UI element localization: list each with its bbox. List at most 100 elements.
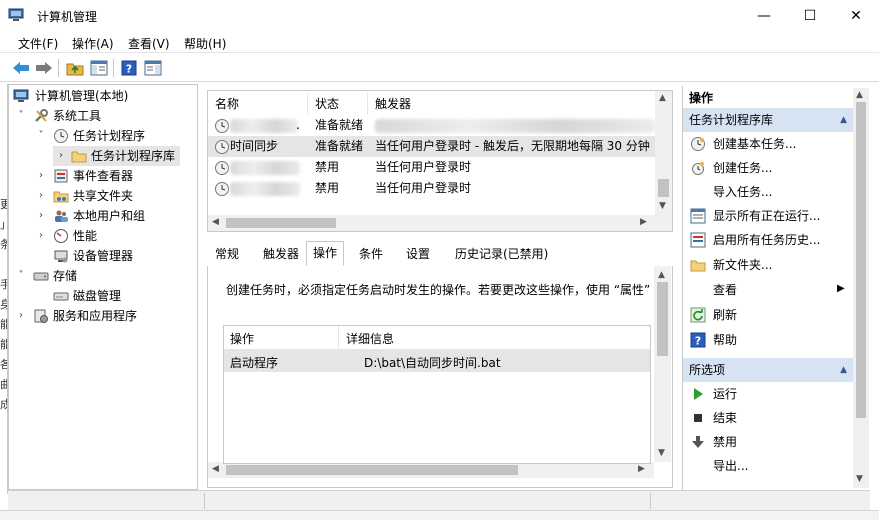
table-row[interactable]: 启动程序 D:\bat\自动同步时间.bat xyxy=(224,350,650,372)
scrollbar-thumb[interactable] xyxy=(226,218,336,228)
close-button[interactable]: ✕ xyxy=(833,0,879,31)
scroll-up-arrow-icon[interactable]: ▲ xyxy=(659,93,666,103)
up-folder-icon[interactable] xyxy=(64,57,86,79)
table-row[interactable]: 时间同步 准备就绪 当任何用户登录时 - 触发后，无限期地每隔 30 分钟 : xyxy=(208,136,658,157)
action-create-task[interactable]: 创建任务... xyxy=(683,157,853,179)
scrollbar-thumb[interactable] xyxy=(658,179,669,197)
disk-icon xyxy=(53,292,69,301)
action-run[interactable]: 运行 xyxy=(683,383,853,405)
menu-file[interactable]: 文件(F) xyxy=(18,35,58,52)
action-help[interactable]: ? 帮助 xyxy=(683,329,853,351)
create-task-icon xyxy=(692,162,704,175)
properties-icon[interactable] xyxy=(142,57,164,79)
scroll-up-arrow-icon[interactable]: ▲ xyxy=(856,90,863,100)
show-hide-tree-icon[interactable] xyxy=(88,57,110,79)
column-header-status[interactable]: 状态 xyxy=(315,93,339,115)
section-selected-item[interactable]: 所选项 ▲ xyxy=(683,358,853,382)
tab-actions[interactable]: 操作 xyxy=(306,241,345,266)
action-export[interactable]: 导出... xyxy=(683,455,853,477)
scrollbar-thumb[interactable] xyxy=(226,465,518,475)
actions-description: 创建任务时，必须指定任务启动时发生的操作。若要更改这些操作，使用 “属性” xyxy=(226,283,651,297)
scroll-left-arrow-icon[interactable]: ◀ xyxy=(212,217,219,227)
redacted-task-name xyxy=(230,119,298,133)
action-end[interactable]: 结束 xyxy=(683,407,853,429)
tree-item-system-tools[interactable]: ˅ 系统工具 xyxy=(13,106,193,126)
chevron-right-icon[interactable]: › xyxy=(35,226,47,246)
tab-history[interactable]: 历史记录(已禁用) xyxy=(449,243,554,265)
menu-help[interactable]: 帮助(H) xyxy=(184,35,226,52)
list-vertical-scrollbar[interactable]: ▲ ▼ xyxy=(655,91,672,215)
maximize-button[interactable]: ☐ xyxy=(787,0,833,31)
status-bar xyxy=(8,490,870,510)
event-viewer-icon xyxy=(54,169,68,183)
tab-conditions[interactable]: 条件 xyxy=(353,243,389,265)
toolbar-separator xyxy=(58,59,59,77)
column-header-trigger[interactable]: 触发器 xyxy=(375,93,411,115)
chevron-right-icon[interactable]: › xyxy=(35,206,47,226)
minimize-button[interactable]: — xyxy=(741,0,787,31)
new-folder-icon xyxy=(690,260,706,272)
tab-general[interactable]: 常规 xyxy=(209,243,245,265)
collapse-arrow-icon[interactable]: ▲ xyxy=(840,358,847,382)
chevron-right-icon[interactable]: › xyxy=(35,166,47,186)
chevron-right-icon[interactable]: › xyxy=(15,306,27,326)
task-clock-icon xyxy=(215,161,229,175)
action-new-folder[interactable]: 新文件夹... xyxy=(683,254,853,276)
column-header-name[interactable]: 名称 xyxy=(215,93,239,115)
clock-icon xyxy=(54,129,68,143)
task-clock-icon xyxy=(215,119,229,133)
scroll-down-arrow-icon[interactable]: ▼ xyxy=(659,201,666,211)
scroll-right-arrow-icon[interactable]: ▶ xyxy=(638,464,645,474)
scroll-left-arrow-icon[interactable]: ◀ xyxy=(212,464,219,474)
scroll-up-arrow-icon[interactable]: ▲ xyxy=(658,270,665,280)
chevron-down-icon[interactable]: ˅ xyxy=(15,106,27,126)
scroll-down-arrow-icon[interactable]: ▼ xyxy=(658,448,665,458)
detail-horizontal-scrollbar[interactable]: ◀ ▶ xyxy=(208,462,654,478)
performance-icon xyxy=(54,229,68,243)
tree-item-task-library[interactable]: › 任务计划程序库 xyxy=(53,146,180,166)
table-row[interactable]: 禁用 当任何用户登录时 xyxy=(208,157,658,178)
tools-icon xyxy=(35,109,48,122)
help-icon[interactable]: ? xyxy=(118,57,140,79)
action-refresh[interactable]: 刷新 xyxy=(683,304,853,326)
tab-triggers[interactable]: 触发器 xyxy=(257,243,305,265)
action-disable[interactable]: 禁用 xyxy=(683,431,853,453)
back-arrow-icon[interactable] xyxy=(10,57,32,79)
scrollbar-thumb[interactable] xyxy=(856,102,866,418)
table-row[interactable]: . 准备就绪 xyxy=(208,115,658,136)
device-manager-icon xyxy=(54,250,68,263)
task-clock-icon xyxy=(215,140,229,154)
column-header-action[interactable]: 操作 xyxy=(230,330,254,347)
column-divider xyxy=(367,93,368,115)
refresh-icon xyxy=(690,307,706,323)
table-row[interactable]: 禁用 当任何用户登录时 xyxy=(208,178,658,199)
chevron-right-icon[interactable]: › xyxy=(35,186,47,206)
chevron-down-icon[interactable]: ˅ xyxy=(15,266,27,286)
scrollbar-thumb[interactable] xyxy=(657,282,668,356)
stop-icon xyxy=(694,414,702,422)
toolbar: ? xyxy=(0,54,879,82)
list-horizontal-scrollbar[interactable]: ◀ ▶ xyxy=(208,215,672,231)
tab-settings[interactable]: 设置 xyxy=(400,243,436,265)
action-enable-history[interactable]: 启用所有任务历史... xyxy=(683,229,853,251)
chevron-down-icon[interactable]: ˅ xyxy=(35,126,47,146)
column-header-details[interactable]: 详细信息 xyxy=(346,330,394,347)
folder-icon xyxy=(71,151,87,163)
detail-vertical-scrollbar[interactable]: ▲ ▼ xyxy=(654,266,671,462)
forward-arrow-icon[interactable] xyxy=(33,57,55,79)
action-create-basic-task[interactable]: 创建基本任务... xyxy=(683,133,853,155)
section-task-library[interactable]: 任务计划程序库 ▲ xyxy=(683,108,853,132)
scroll-down-arrow-icon[interactable]: ▼ xyxy=(856,474,863,484)
menu-view[interactable]: 查看(V) xyxy=(128,35,170,52)
chevron-right-icon[interactable]: › xyxy=(55,146,67,166)
scroll-right-arrow-icon[interactable]: ▶ xyxy=(640,217,647,227)
menu-bar: 文件(F) 操作(A) 查看(V) 帮助(H) xyxy=(0,31,879,53)
svg-text:?: ? xyxy=(695,335,701,348)
action-import-task[interactable]: 导入任务... xyxy=(683,181,853,203)
actions-vertical-scrollbar[interactable]: ▲ ▼ xyxy=(853,88,869,488)
menu-action[interactable]: 操作(A) xyxy=(72,35,114,52)
action-display-running[interactable]: 显示所有正在运行... xyxy=(683,205,853,227)
column-divider xyxy=(307,93,308,115)
action-view[interactable]: 查看 ▶ xyxy=(683,279,853,301)
collapse-arrow-icon[interactable]: ▲ xyxy=(840,108,847,132)
